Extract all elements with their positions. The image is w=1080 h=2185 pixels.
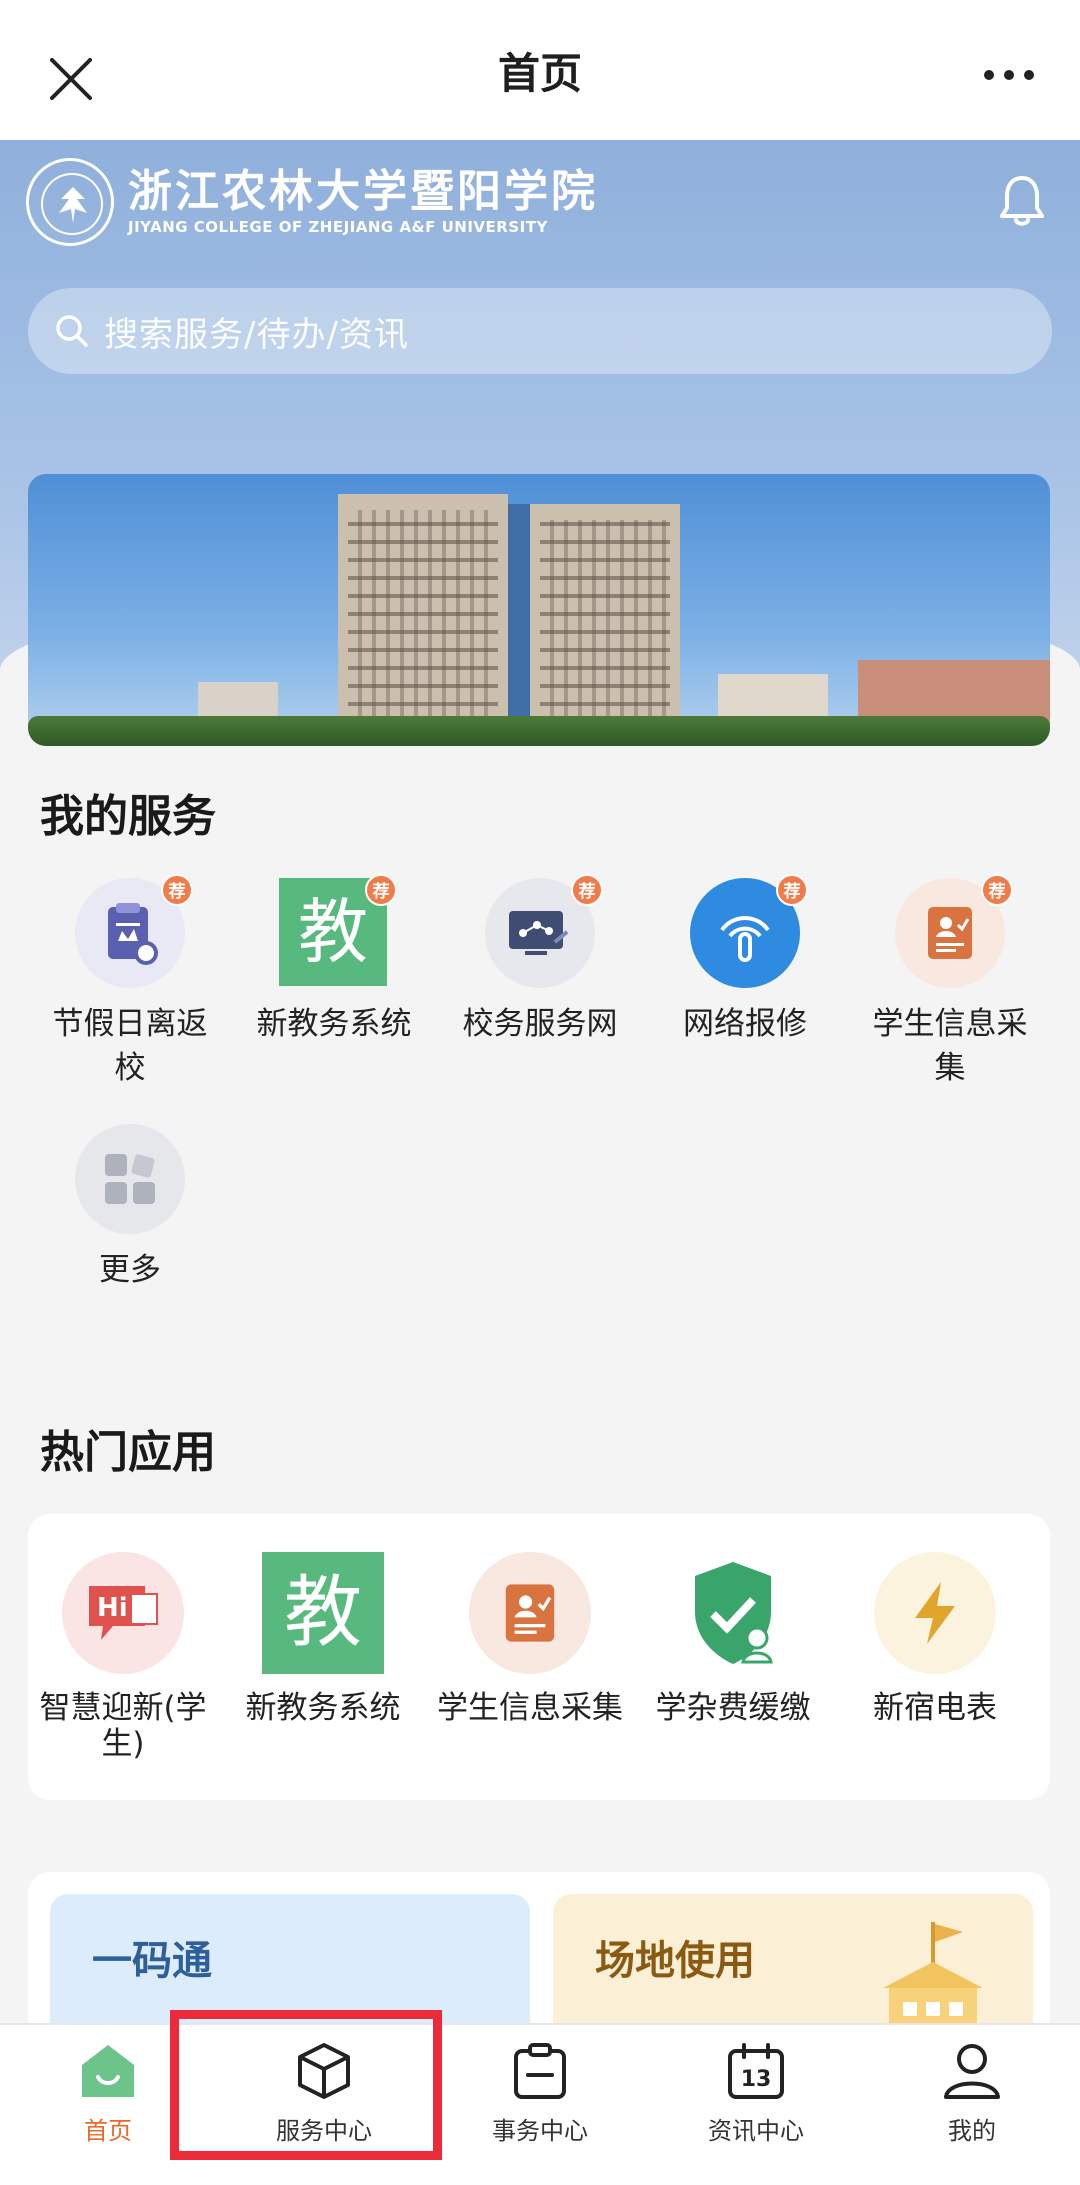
student-info-icon <box>469 1552 591 1674</box>
hot-app-new-academic[interactable]: 教 新教务系统 <box>228 1552 418 1726</box>
service-label: 学生信息采集 <box>872 1006 1028 1086</box>
hot-app-label: 新宿电表 <box>873 1690 997 1726</box>
nav-label: 事务中心 <box>492 2117 588 2145</box>
service-item-new-academic[interactable]: 教 荐 新教务系统 <box>244 874 424 1046</box>
nav-affairs-center[interactable]: 事务中心 <box>432 2041 648 2146</box>
page-title: 首页 <box>497 48 582 98</box>
recommend-badge: 荐 <box>776 874 808 906</box>
service-item-network-repair[interactable]: 荐 网络报修 <box>655 874 835 1046</box>
service-item-student-info[interactable]: 荐 学生信息采集 <box>860 874 1040 1090</box>
tile-title: 一码通 <box>92 1938 212 1984</box>
hot-app-fee-deferral[interactable]: 学杂费缓缴 <box>638 1552 828 1726</box>
hot-app-label: 学生信息采集 <box>437 1690 623 1726</box>
campus-banner[interactable] <box>28 474 1050 746</box>
school-name-en: JIYANG COLLEGE OF ZHEJIANG A&F UNIVERSIT… <box>128 218 548 236</box>
hot-apps-card: Hi 智慧迎新(学生) 教 新教务系统 学生信息采集 学杂费缓缴 新宿电表 <box>28 1514 1050 1800</box>
service-item-more[interactable]: 更多 <box>40 1124 220 1292</box>
service-item-campus-service[interactable]: 荐 校务服务网 <box>450 874 630 1046</box>
search-placeholder: 搜索服务/待办/资讯 <box>104 314 409 355</box>
user-icon <box>944 2044 1000 2099</box>
school-logo: 浙江农林大学暨阳学院 JIYANG COLLEGE OF ZHEJIANG A&… <box>26 158 598 246</box>
service-label: 节假日离返校 <box>52 1006 208 1086</box>
hot-app-dorm-meter[interactable]: 新宿电表 <box>840 1552 1030 1726</box>
clipboard-icon <box>514 2043 566 2099</box>
close-icon[interactable] <box>48 56 94 102</box>
service-label: 更多 <box>99 1252 161 1288</box>
search-input[interactable]: 搜索服务/待办/资讯 <box>28 288 1052 374</box>
hi-text: Hi <box>97 1593 128 1623</box>
my-services-title: 我的服务 <box>40 791 216 842</box>
recommend-badge: 荐 <box>365 874 397 906</box>
recommend-badge: 荐 <box>161 874 193 906</box>
service-label: 新教务系统 <box>256 1006 412 1042</box>
building-windows <box>348 510 498 720</box>
calendar-day-number: 13 <box>741 2067 772 2092</box>
service-item-holiday-leave[interactable]: 荐 节假日离返校 <box>40 874 220 1090</box>
nav-label: 资讯中心 <box>708 2117 804 2145</box>
hot-app-student-info[interactable]: 学生信息采集 <box>435 1552 625 1726</box>
service-label: 校务服务网 <box>462 1006 618 1042</box>
school-name-cn: 浙江农林大学暨阳学院 <box>128 166 598 217</box>
title-bar: 首页 <box>0 0 1080 140</box>
shield-check-icon <box>672 1552 794 1674</box>
recommend-badge: 荐 <box>571 874 603 906</box>
home-icon <box>82 2045 134 2097</box>
building-low <box>858 660 1050 724</box>
nav-label: 我的 <box>948 2117 996 2145</box>
annotation-highlight-box <box>170 2010 442 2160</box>
lightning-icon <box>874 1552 996 1674</box>
more-options-icon[interactable] <box>984 70 1034 82</box>
nav-news-center[interactable]: 13 资讯中心 <box>648 2041 864 2146</box>
hot-app-welcome[interactable]: Hi 智慧迎新(学生) <box>28 1552 218 1762</box>
bottom-navigation: 首页 服务中心 事务中心 13 资讯中心 我的 <box>0 2023 1080 2185</box>
tree-line <box>28 716 1050 746</box>
hot-app-label: 新教务系统 <box>245 1690 401 1726</box>
recommend-badge: 荐 <box>981 874 1013 906</box>
hot-apps-title: 热门应用 <box>40 1427 216 1478</box>
bell-icon[interactable] <box>998 174 1046 228</box>
hot-app-label: 智慧迎新(学生) <box>39 1690 207 1762</box>
school-seal-icon <box>26 158 114 246</box>
hot-app-label: 学杂费缓缴 <box>655 1690 811 1726</box>
calendar-13-icon: 13 <box>728 2043 784 2099</box>
building-windows <box>540 520 670 720</box>
service-label: 网络报修 <box>683 1006 807 1042</box>
hi-welcome-icon: Hi <box>62 1552 184 1674</box>
more-grid-icon <box>75 1124 185 1234</box>
nav-mine[interactable]: 我的 <box>864 2041 1080 2146</box>
search-icon <box>56 315 88 347</box>
jiao-icon: 教 <box>262 1552 384 1674</box>
building-glass <box>508 504 530 734</box>
